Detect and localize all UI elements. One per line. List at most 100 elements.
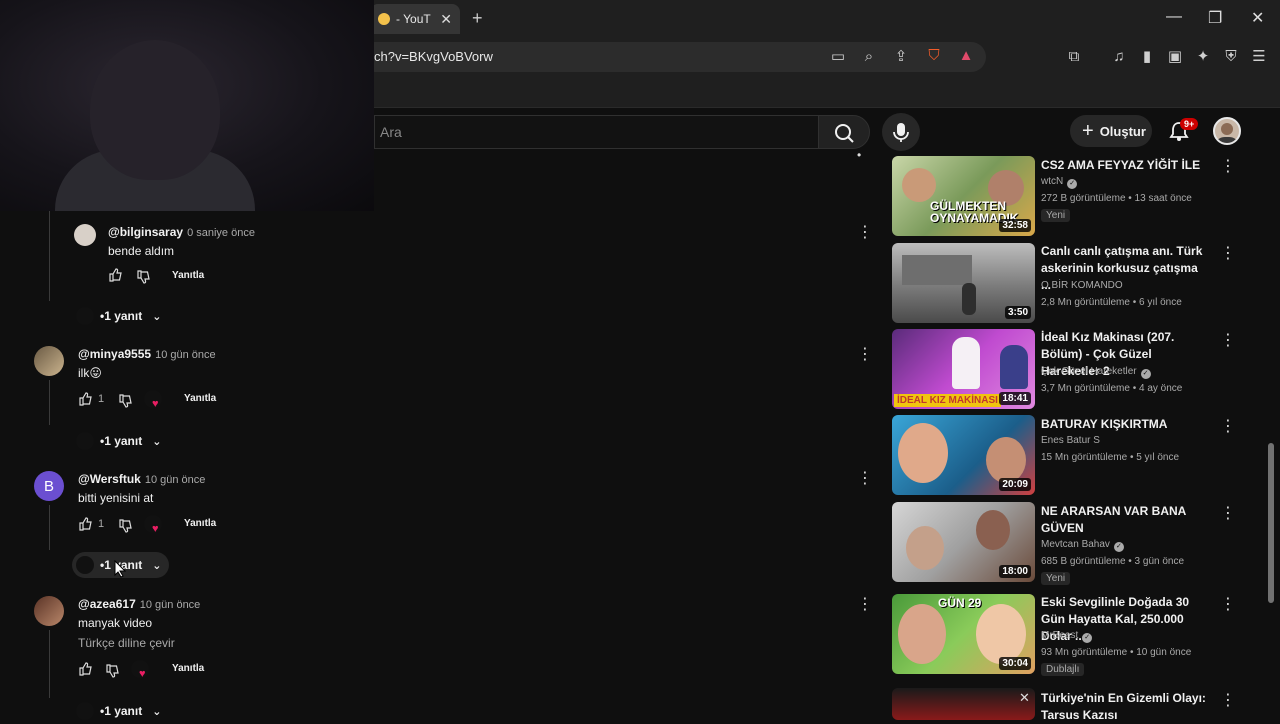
video-title[interactable]: BATURAY KIŞKIRTMA <box>1041 416 1211 433</box>
chevron-down-icon: ⌄ <box>152 705 162 718</box>
avatar[interactable] <box>34 346 64 376</box>
comment-author[interactable]: @minya9555 10 gün önce <box>78 347 216 361</box>
menu-icon[interactable]: • <box>857 148 861 162</box>
reply-button[interactable]: Yanıtla <box>172 270 204 281</box>
url-text[interactable]: ch?v=BKvgVoBVorw <box>374 49 493 64</box>
thread-line <box>49 505 50 550</box>
video-menu-icon[interactable]: ⋮ <box>1220 156 1236 176</box>
window-close-icon[interactable]: ✕ <box>1251 8 1264 28</box>
video-thumbnail[interactable]: GÜLMEKTEN OYNAYAMADIK 32:58 <box>892 156 1035 236</box>
video-meta: 93 Mn görüntüleme • 10 gün önce <box>1041 647 1192 658</box>
comment-menu-icon[interactable]: ⋮ <box>857 222 873 242</box>
comment-author[interactable]: @bilginsaray 0 saniye önce <box>108 225 255 239</box>
comment-menu-icon[interactable]: ⋮ <box>857 344 873 364</box>
zoom-icon[interactable]: ⌕ <box>860 48 878 66</box>
minimize-icon[interactable]: — <box>1166 8 1182 26</box>
reply-button[interactable]: Yanıtla <box>172 663 204 674</box>
search-box[interactable] <box>374 115 818 149</box>
avatar[interactable]: B <box>34 471 64 501</box>
comment-menu-icon[interactable]: ⋮ <box>857 468 873 488</box>
reply-button[interactable]: Yanıtla <box>184 393 216 404</box>
channel-name[interactable]: Çok Güzel Hareketler ✓ <box>1041 366 1151 379</box>
share-icon[interactable]: ⇪ <box>892 48 910 66</box>
microphone-icon <box>893 123 909 142</box>
video-thumbnail[interactable]: 20:09 <box>892 415 1035 495</box>
verified-icon: ✓ <box>1140 369 1151 379</box>
brave-shield-icon[interactable]: ⛉ <box>925 47 943 65</box>
video-thumbnail[interactable]: GÜN 29 30:04 <box>892 594 1035 674</box>
account-avatar[interactable] <box>1213 117 1241 145</box>
like-icon[interactable] <box>78 662 92 676</box>
comment-text: bitti yenisini at <box>78 491 154 505</box>
dislike-icon[interactable] <box>118 519 132 533</box>
thread-line <box>49 380 50 425</box>
channel-name[interactable]: O BİR KOMANDO <box>1041 280 1123 291</box>
video-thumbnail[interactable]: 18:00 <box>892 502 1035 582</box>
avatar[interactable] <box>34 596 64 626</box>
replies-toggle[interactable]: • 1 yanıt ⌄ <box>72 698 169 724</box>
wallet-icon[interactable]: ▣ <box>1166 48 1184 66</box>
leo-ai-icon[interactable]: ✦ <box>1194 48 1212 66</box>
vpn-shield-icon[interactable]: ⛨ <box>1222 48 1240 66</box>
media-icon[interactable]: ♫ <box>1110 48 1128 66</box>
dislike-icon[interactable] <box>136 270 150 284</box>
dislike-icon[interactable] <box>118 394 132 408</box>
video-title[interactable]: CS2 AMA FEYYAZ YİĞİT İLE <box>1041 157 1211 174</box>
like-icon[interactable] <box>78 517 92 531</box>
video-thumbnail[interactable]: İDEAL KIZ MAKİNASI 18:41 <box>892 329 1035 409</box>
replies-toggle[interactable]: • 1 yanıt ⌄ <box>72 428 169 454</box>
like-icon[interactable] <box>78 392 92 406</box>
webcam-overlay <box>0 0 374 211</box>
mouse-cursor-icon <box>114 560 126 578</box>
video-title[interactable]: NE ARARSAN VAR BANA GÜVEN <box>1041 503 1211 537</box>
chevron-down-icon: ⌄ <box>152 559 162 572</box>
like-count: 1 <box>98 393 105 405</box>
creator-avatar <box>76 432 94 450</box>
video-thumbnail[interactable]: 3:50 <box>892 243 1035 323</box>
close-tab-icon[interactable]: ✕ <box>440 11 452 28</box>
channel-name[interactable]: wtcN ✓ <box>1041 176 1078 189</box>
channel-name[interactable]: Mevtcan Bahav ✓ <box>1041 539 1124 552</box>
video-menu-icon[interactable]: ⋮ <box>1220 690 1236 710</box>
channel-name[interactable]: Enes Batur S <box>1041 435 1100 446</box>
page-scrollbar[interactable] <box>1268 443 1274 603</box>
brave-rewards-icon[interactable]: ▲ <box>957 47 975 65</box>
avatar[interactable] <box>74 224 96 246</box>
sidebar-icon[interactable]: ▮ <box>1138 48 1156 66</box>
channel-name[interactable]: MrBeast ✓ <box>1041 630 1093 643</box>
video-menu-icon[interactable]: ⋮ <box>1220 594 1236 614</box>
comment-menu-icon[interactable]: ⋮ <box>857 594 873 614</box>
webcam-person-head <box>90 40 220 180</box>
video-menu-icon[interactable]: ⋮ <box>1220 330 1236 350</box>
video-menu-icon[interactable]: ⋮ <box>1220 416 1236 436</box>
browser-tab[interactable]: - YouT ✕ <box>370 4 460 34</box>
search-placeholder[interactable]: Ara <box>380 124 402 140</box>
dubbed-badge: Dublajlı <box>1041 663 1085 676</box>
dislike-icon[interactable] <box>105 664 119 678</box>
create-button[interactable]: + Oluştur <box>1070 115 1152 147</box>
video-title[interactable]: Türkiye'nin En Gizemli Olayı: Tarsus Kaz… <box>1041 690 1211 724</box>
search-button[interactable] <box>818 115 870 149</box>
video-menu-icon[interactable]: ⋮ <box>1220 503 1236 523</box>
reply-button[interactable]: Yanıtla <box>184 518 216 529</box>
replies-toggle[interactable]: • 1 yanıt ⌄ <box>72 303 169 329</box>
restore-icon[interactable]: ❐ <box>1208 8 1222 28</box>
tab-search-icon[interactable]: ⧉ <box>1065 48 1083 66</box>
creator-heart: ♥ <box>144 515 166 537</box>
like-icon[interactable] <box>108 268 122 282</box>
translate-link[interactable]: Türkçe diline çevir <box>78 636 175 650</box>
comment-author[interactable]: @azea617 10 gün önce <box>78 597 200 611</box>
heart-icon: ♥ <box>139 668 146 680</box>
cast-icon[interactable]: ▭ <box>829 48 847 66</box>
video-meta: 272 B görüntüleme • 13 saat önce <box>1041 193 1192 204</box>
menu-icon[interactable]: ☰ <box>1250 48 1268 66</box>
creator-heart: ♥ <box>131 660 153 682</box>
new-tab-icon[interactable]: + <box>472 8 483 29</box>
video-menu-icon[interactable]: ⋮ <box>1220 243 1236 263</box>
video-duration: 30:04 <box>999 657 1031 670</box>
video-thumbnail[interactable] <box>892 688 1035 720</box>
comment-author[interactable]: @Wersftuk 10 gün önce <box>78 472 205 486</box>
creator-avatar <box>76 556 94 574</box>
video-meta: 3,7 Mn görüntüleme • 4 ay önce <box>1041 383 1183 394</box>
voice-search-button[interactable] <box>882 113 920 151</box>
